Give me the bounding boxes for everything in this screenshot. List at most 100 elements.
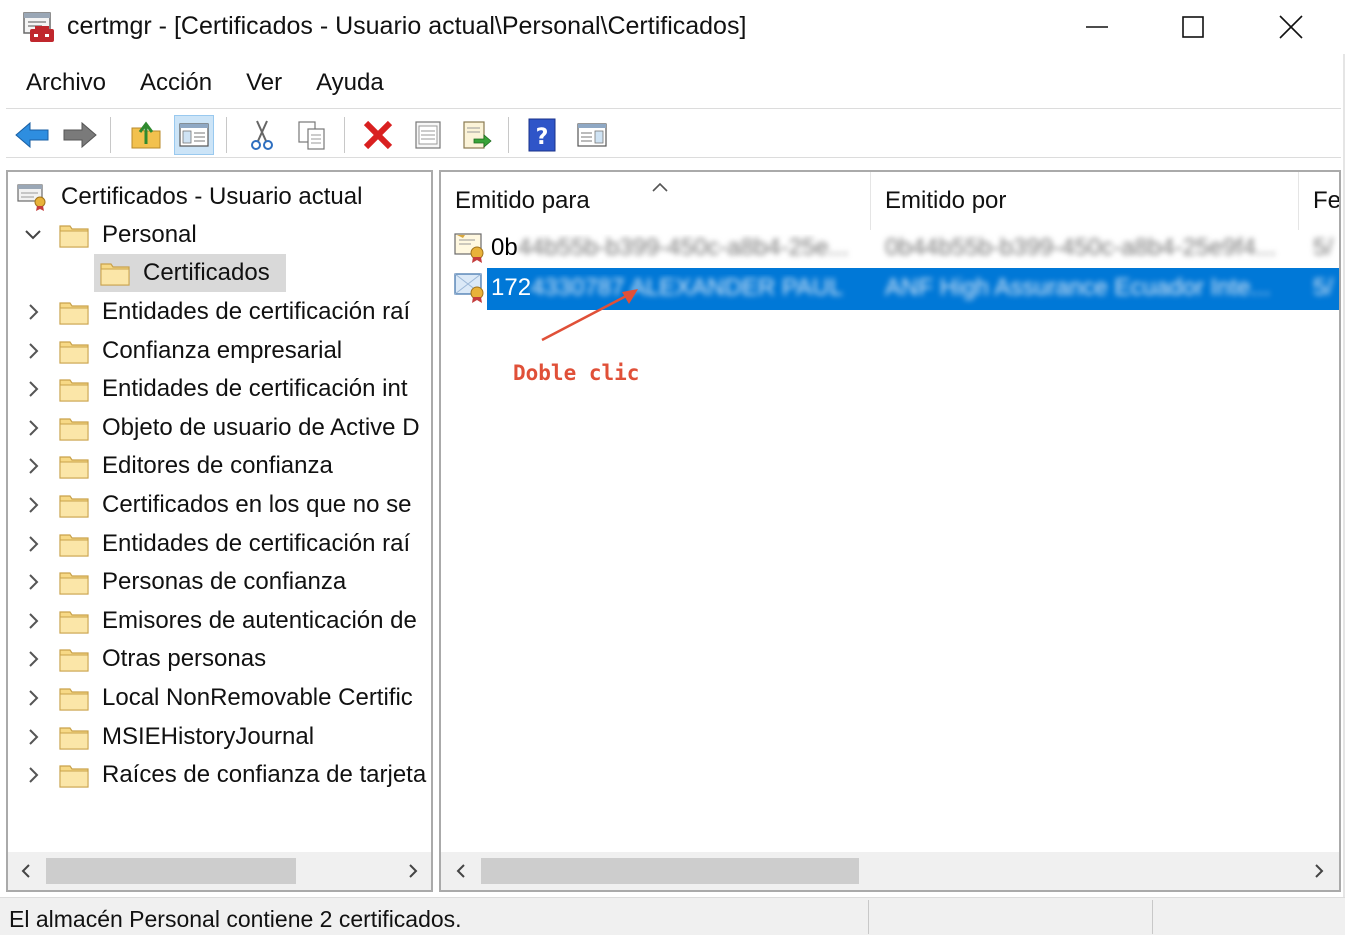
- date-cell: 5/: [1313, 234, 1334, 261]
- issued-to-cell: 0b44b55b-b399-450c-a8b4-25e...: [491, 234, 861, 262]
- column-header-emitido-por[interactable]: Emitido por: [871, 172, 1299, 230]
- forward-button[interactable]: [60, 115, 100, 155]
- tree-item-store[interactable]: Emisores de autenticación de: [8, 602, 431, 640]
- action-pane-button[interactable]: [572, 115, 612, 155]
- chevron-right-icon[interactable]: [22, 409, 44, 447]
- certificate-row[interactable]: 0b44b55b-b399-450c-a8b4-25e... 0b44b55b-…: [441, 228, 1339, 268]
- console-tree-pane[interactable]: Certificados - Usuario actual Personal C…: [6, 170, 433, 892]
- folder-icon: [58, 220, 90, 250]
- chevron-right-icon[interactable]: [22, 293, 44, 331]
- show-hide-tree-button[interactable]: [174, 115, 214, 155]
- tree-item-store[interactable]: Local NonRemovable Certific: [8, 679, 431, 717]
- up-folder-button[interactable]: [126, 115, 166, 155]
- folder-icon: [58, 760, 90, 790]
- tree-item-label: Otras personas: [102, 645, 267, 673]
- tree-item-store[interactable]: Personas de confianza: [8, 563, 431, 601]
- tree-item-label: Entidades de certificación raí: [102, 529, 411, 557]
- back-button[interactable]: [12, 115, 52, 155]
- tree-item-personal[interactable]: Personal: [8, 216, 431, 254]
- certmgr-app-icon[interactable]: [22, 10, 56, 44]
- scroll-thumb[interactable]: [46, 858, 296, 884]
- issued-to-visible: 172: [491, 274, 532, 301]
- maximize-icon: [1182, 16, 1204, 38]
- folder-icon: [58, 606, 90, 636]
- tree-item-store[interactable]: Entidades de certificación int: [8, 370, 431, 408]
- menu-accion[interactable]: Acción: [140, 69, 212, 97]
- tree-item-label: Certificados en los que no se: [102, 491, 412, 518]
- menu-ayuda[interactable]: Ayuda: [316, 69, 384, 97]
- menu-bar: Archivo Acción Ver Ayuda: [0, 60, 1345, 106]
- title-bar[interactable]: certmgr - [Certificados - Usuario actual…: [0, 0, 1345, 54]
- copy-button[interactable]: [292, 115, 332, 155]
- folder-icon: [58, 683, 90, 713]
- tree-item-store[interactable]: Certificados en los que no se: [8, 486, 431, 524]
- certificate-store-icon: [16, 182, 48, 212]
- chevron-down-icon[interactable]: [22, 216, 44, 254]
- export-list-button[interactable]: [456, 115, 496, 155]
- tree-item-store[interactable]: Confianza empresarial: [8, 332, 431, 370]
- folder-icon: [58, 336, 90, 366]
- scroll-left-icon[interactable]: [443, 852, 479, 890]
- certificate-list-pane[interactable]: Emitido para Emitido por Fe 0b44b55b-b39…: [439, 170, 1341, 892]
- help-button[interactable]: ?: [522, 115, 562, 155]
- chevron-right-icon[interactable]: [22, 756, 44, 794]
- folder-icon: [58, 413, 90, 443]
- tree-item-label: MSIEHistoryJournal: [102, 722, 315, 750]
- column-header-emitido-para[interactable]: Emitido para: [441, 172, 871, 230]
- folder-icon: [58, 490, 90, 520]
- chevron-right-icon[interactable]: [22, 447, 44, 485]
- chevron-right-icon[interactable]: [22, 563, 44, 601]
- chevron-right-icon[interactable]: [22, 370, 44, 408]
- issued-to-redacted: 44b55b-b399-450c-a8b4-25e...: [517, 234, 849, 261]
- chevron-right-icon[interactable]: [22, 679, 44, 717]
- list-horizontal-scrollbar[interactable]: [441, 852, 1339, 890]
- forward-icon: [63, 121, 97, 149]
- column-header-fecha[interactable]: Fe: [1299, 172, 1339, 230]
- issued-by-cell: ANF High Assurance Ecuador Inte...: [885, 274, 1271, 301]
- tree-item-store[interactable]: MSIEHistoryJournal: [8, 718, 431, 756]
- delete-button[interactable]: [358, 115, 398, 155]
- minimize-button[interactable]: [1048, 0, 1146, 54]
- properties-icon: [415, 121, 441, 149]
- tree-horizontal-scrollbar[interactable]: [8, 852, 431, 890]
- annotation-arrow: [541, 289, 638, 342]
- tree-item-store[interactable]: Objeto de usuario de Active D: [8, 409, 431, 447]
- tree-root[interactable]: Certificados - Usuario actual: [8, 178, 431, 216]
- tree-item-label: Objeto de usuario de Active D: [102, 413, 420, 441]
- chevron-right-icon[interactable]: [22, 486, 44, 524]
- menu-ver[interactable]: Ver: [246, 69, 282, 97]
- chevron-right-icon[interactable]: [22, 718, 44, 756]
- chevron-right-icon[interactable]: [22, 640, 44, 678]
- chevron-right-icon[interactable]: [22, 525, 44, 563]
- tree-item-label: Raíces de confianza de tarjeta: [102, 761, 427, 789]
- scroll-right-icon[interactable]: [395, 852, 431, 890]
- tree-item-store[interactable]: Entidades de certificación raí: [8, 293, 431, 331]
- cut-icon: [251, 120, 273, 150]
- up-folder-icon: [131, 121, 161, 149]
- tree-item-store[interactable]: Otras personas: [8, 640, 431, 678]
- column-header-label: Emitido para: [455, 187, 590, 214]
- tree-item-label: Entidades de certificación raí: [102, 298, 411, 325]
- tree-item-store[interactable]: Editores de confianza: [8, 447, 431, 485]
- tree-item-store[interactable]: Entidades de certificación raí: [8, 525, 431, 563]
- cut-button[interactable]: [242, 115, 282, 155]
- tree-item-label: Personal: [102, 221, 197, 248]
- chevron-right-icon[interactable]: [22, 332, 44, 370]
- scroll-thumb[interactable]: [481, 858, 859, 884]
- scroll-left-icon[interactable]: [8, 852, 44, 890]
- chevron-right-icon[interactable]: [22, 602, 44, 640]
- status-text: El almacén Personal contiene 2 certifica…: [9, 906, 462, 932]
- tree-root-label: Certificados - Usuario actual: [61, 183, 363, 210]
- svg-text:?: ?: [536, 125, 549, 150]
- status-bar: El almacén Personal contiene 2 certifica…: [0, 897, 1345, 935]
- delete-icon: [363, 120, 393, 150]
- tree-item-certificados[interactable]: Certificados: [8, 254, 431, 292]
- scroll-right-icon[interactable]: [1301, 852, 1337, 890]
- certificate-icon: [453, 232, 487, 264]
- menu-archivo[interactable]: Archivo: [26, 69, 106, 97]
- properties-button[interactable]: [408, 115, 448, 155]
- close-button[interactable]: [1242, 0, 1340, 54]
- back-icon: [15, 121, 49, 149]
- maximize-button[interactable]: [1144, 0, 1242, 54]
- tree-item-store[interactable]: Raíces de confianza de tarjeta: [8, 756, 431, 794]
